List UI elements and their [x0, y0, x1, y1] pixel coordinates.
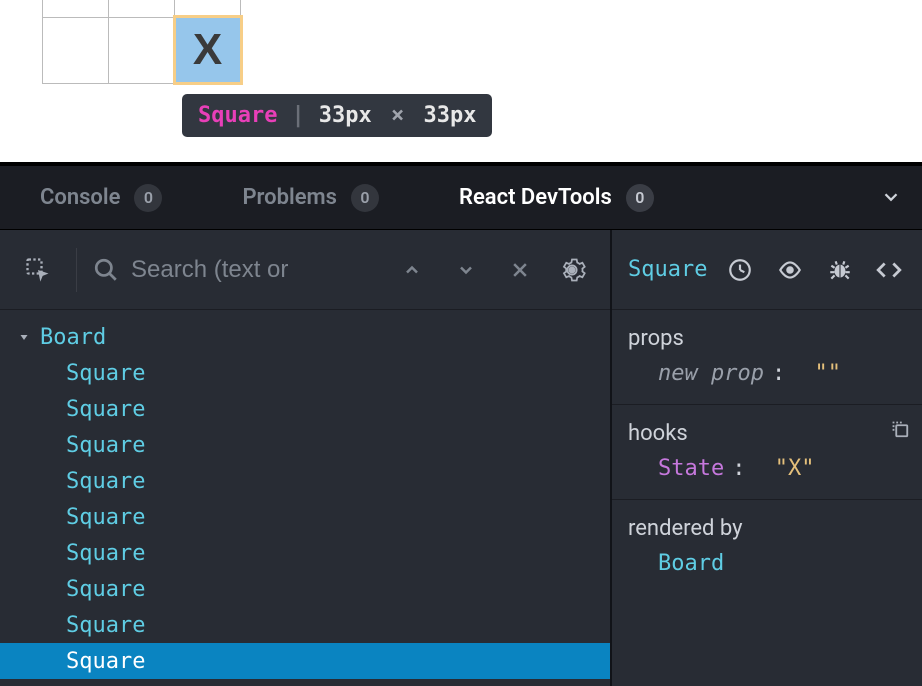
section-heading: props	[628, 326, 906, 351]
devtools: Console 0 Problems 0 React DevTools 0	[0, 162, 922, 686]
next-match-icon[interactable]	[444, 248, 488, 292]
chevron-down-icon[interactable]	[880, 186, 902, 208]
tooltip-separator: |	[291, 103, 304, 128]
tab-react-devtools[interactable]: React DevTools 0	[459, 184, 654, 212]
board-cell[interactable]	[43, 0, 109, 17]
tree-row-child[interactable]: Square	[0, 391, 610, 427]
component-name: Square	[66, 649, 145, 674]
tab-badge: 0	[626, 184, 654, 212]
prop-key: new prop	[658, 361, 764, 386]
board-cell-highlighted[interactable]: X	[175, 17, 241, 83]
tree-row-child[interactable]: Square	[0, 499, 610, 535]
component-name: Board	[40, 325, 106, 350]
search-nav	[390, 248, 542, 292]
toolbar-divider	[76, 248, 77, 292]
inspect-tooltip: Square | 33px × 33px	[182, 94, 492, 137]
component-name: Square	[66, 613, 145, 638]
search-icon	[93, 257, 119, 283]
prop-value: ""	[814, 361, 841, 386]
component-name: Square	[66, 397, 145, 422]
selected-component-name: Square	[628, 257, 707, 282]
component-name: Square	[66, 577, 145, 602]
tictactoe-board: X	[42, 0, 241, 84]
tab-badge: 0	[134, 184, 162, 212]
tab-badge: 0	[351, 184, 379, 212]
suspend-icon[interactable]	[724, 253, 758, 287]
component-name: Square	[66, 469, 145, 494]
colon: :	[732, 456, 745, 481]
tab-label: Problems	[242, 185, 337, 210]
tree-toolbar	[0, 230, 610, 310]
component-details-panel: Square props new prop :	[612, 230, 922, 686]
page-preview: X Square | 33px × 33px	[0, 0, 922, 162]
component-name: Square	[66, 361, 145, 386]
new-prop-row[interactable]: new prop : ""	[628, 361, 906, 386]
tree-row-child[interactable]: Square	[0, 571, 610, 607]
tab-label: Console	[40, 185, 120, 210]
bug-icon[interactable]	[823, 253, 857, 287]
section-heading: hooks	[628, 421, 906, 446]
tab-console[interactable]: Console 0	[40, 184, 162, 212]
tree-row-child[interactable]: Square	[0, 427, 610, 463]
component-name: Square	[66, 541, 145, 566]
search-wrap	[93, 256, 382, 284]
tree-row-root[interactable]: Board	[0, 319, 610, 355]
cell-value: X	[193, 25, 222, 74]
tooltip-times: ×	[385, 103, 410, 128]
component-name: Square	[66, 433, 145, 458]
devtools-tabbar: Console 0 Problems 0 React DevTools 0	[0, 166, 922, 230]
components-tree-panel: Board Square Square Square Square Square Squar…	[0, 230, 612, 686]
component-name: Square	[66, 505, 145, 530]
details-header: Square	[612, 230, 922, 310]
hook-row[interactable]: State: "X"	[628, 456, 906, 481]
tooltip-dimensions: 33px × 33px	[319, 103, 477, 128]
board-cell[interactable]	[109, 17, 175, 83]
board-cell[interactable]	[43, 17, 109, 83]
components-tree[interactable]: Board Square Square Square Square Square Squar…	[0, 310, 610, 686]
tab-problems[interactable]: Problems 0	[242, 184, 379, 212]
tooltip-height: 33px	[423, 103, 476, 128]
hook-key: State	[658, 456, 724, 481]
section-heading: rendered by	[628, 516, 906, 541]
tree-row-child[interactable]: Square	[0, 643, 610, 679]
colon: :	[772, 361, 785, 386]
board-cell[interactable]	[109, 0, 175, 17]
tooltip-component-name: Square	[198, 103, 277, 128]
rendered-by-section: rendered by Board	[612, 500, 922, 594]
inspect-dom-icon[interactable]	[773, 253, 807, 287]
close-icon[interactable]	[498, 248, 542, 292]
tree-row-child[interactable]: Square	[0, 355, 610, 391]
tab-label: React DevTools	[459, 185, 612, 210]
view-source-icon[interactable]	[872, 253, 906, 287]
tree-row-child[interactable]: Square	[0, 535, 610, 571]
hook-value: "X"	[775, 456, 815, 481]
expand-hooks-icon[interactable]	[888, 417, 910, 439]
hooks-section: hooks State: "X"	[612, 405, 922, 500]
disclosure-triangle-icon[interactable]	[18, 331, 36, 343]
inspect-element-icon[interactable]	[16, 248, 60, 292]
props-section: props new prop : ""	[612, 310, 922, 405]
tooltip-width: 33px	[319, 103, 372, 128]
search-input[interactable]	[131, 256, 321, 284]
board-cell[interactable]	[175, 0, 241, 17]
gear-icon[interactable]	[550, 248, 594, 292]
tree-row-child[interactable]: Square	[0, 607, 610, 643]
prev-match-icon[interactable]	[390, 248, 434, 292]
tree-row-child[interactable]: Square	[0, 463, 610, 499]
rendered-by-parent[interactable]: Board	[628, 551, 906, 576]
